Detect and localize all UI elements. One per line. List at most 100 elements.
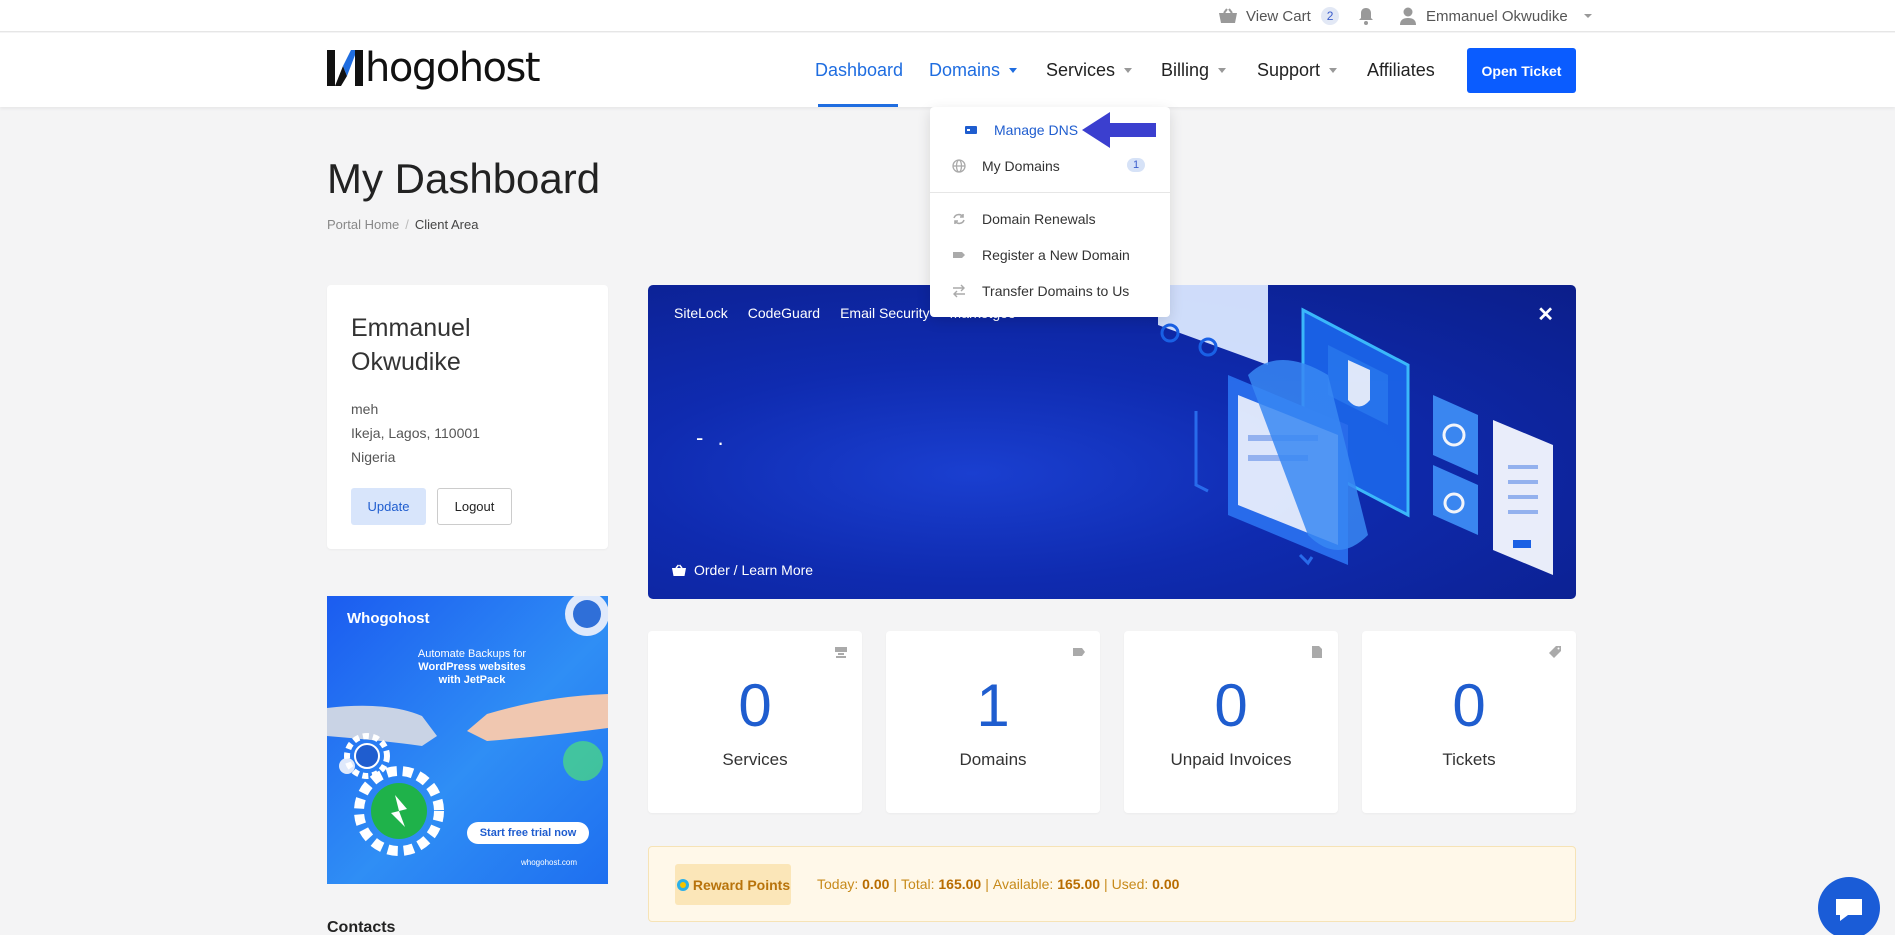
stat-services-value: 0 — [738, 672, 772, 739]
promo-url: whogohost.com — [521, 858, 578, 867]
nav-domains[interactable]: Domains — [929, 33, 1018, 107]
view-cart-link[interactable]: View Cart 2 — [1218, 0, 1340, 32]
notifications-button[interactable] — [1358, 0, 1374, 32]
transfer-icon — [953, 284, 965, 298]
update-button[interactable]: Update — [351, 488, 426, 525]
tab-codeguard[interactable]: CodeGuard — [748, 305, 820, 321]
reward-star-icon — [676, 878, 689, 891]
logo-w-mark — [327, 50, 363, 86]
logo-text: hogohost — [365, 45, 541, 91]
reward-points-badge[interactable]: Reward Points — [675, 864, 791, 905]
view-cart-label: View Cart — [1246, 7, 1311, 25]
breadcrumb-portal-home[interactable]: Portal Home — [327, 217, 399, 232]
server-icon — [835, 647, 847, 658]
top-utility-bar: View Cart 2 Emmanuel Okwudike — [0, 0, 1895, 32]
nav-services[interactable]: Services — [1046, 33, 1133, 107]
my-domains-count-badge: 1 — [1127, 158, 1146, 172]
chevron-down-icon — [1329, 67, 1338, 73]
profile-company: meh — [351, 401, 379, 417]
promo-line1: Automate Backups for — [417, 648, 527, 660]
page-title: My Dashboard — [327, 155, 601, 202]
promo-headline: Automate Backups for WordPress websites … — [397, 648, 547, 687]
tab-sitelock[interactable]: SiteLock — [674, 305, 728, 321]
live-chat-button[interactable] — [1818, 877, 1880, 935]
reward-used-label: Used: — [1111, 876, 1149, 892]
stat-card-services[interactable]: 0 Services — [648, 631, 862, 813]
user-icon — [1400, 7, 1416, 25]
promo-brand-text: hogohost — [361, 610, 430, 627]
globe-icon — [952, 159, 966, 173]
promo-brand: Whogohost — [347, 610, 430, 627]
nav-support-label: Support — [1257, 60, 1321, 80]
nav-dashboard[interactable]: Dashboard — [815, 33, 903, 107]
user-menu[interactable]: Emmanuel Okwudike — [1400, 0, 1592, 32]
tag-icon — [1073, 648, 1085, 656]
start-free-trial-button[interactable]: Start free trial now — [467, 822, 589, 844]
stat-tickets-label: Tickets — [1442, 750, 1496, 769]
menu-item-domain-renewals[interactable]: Domain Renewals — [930, 204, 1170, 234]
chat-icon — [1836, 899, 1862, 921]
reward-today-label: Today: — [817, 876, 859, 892]
nav-affiliates-label: Affiliates — [1367, 60, 1435, 80]
order-learn-more-label: Order / Learn More — [694, 562, 814, 578]
reward-total-label: Total: — [901, 876, 935, 892]
bell-icon — [1359, 8, 1373, 25]
profile-name: Emmanuel Okwudike — [351, 311, 584, 379]
order-learn-more-link[interactable]: Order / Learn More — [672, 562, 813, 578]
separator: | — [985, 876, 989, 892]
menu-item-label: My Domains — [982, 158, 1060, 174]
profile-card: Emmanuel Okwudike meh Ikeja, Lagos, 1100… — [327, 285, 608, 549]
stat-tickets-value: 0 — [1452, 672, 1486, 739]
profile-actions: Update Logout — [351, 488, 512, 525]
menu-item-label: Transfer Domains to Us — [982, 283, 1130, 299]
reward-points-bar: Reward Points Today: 0.00 | Total: 165.00 |… — [648, 846, 1576, 922]
nav-billing[interactable]: Billing — [1161, 33, 1227, 107]
breadcrumb-client-area: Client Area — [414, 217, 479, 232]
menu-item-register-domain[interactable]: Register a New Domain — [930, 240, 1170, 270]
reward-total-value: 165.00 — [938, 876, 982, 892]
profile-city: Ikeja, Lagos, 110001 — [351, 425, 480, 441]
reward-today-value: 0.00 — [862, 876, 890, 892]
menu-item-label: Manage DNS — [994, 122, 1079, 138]
stat-card-domains[interactable]: 1 Domains — [886, 631, 1100, 813]
profile-address: meh Ikeja, Lagos, 110001 Nigeria — [351, 397, 584, 469]
tab-email-security[interactable]: Email Security — [840, 305, 929, 321]
separator: | — [1104, 876, 1108, 892]
profile-last-name: Okwudike — [351, 348, 461, 376]
separator: | — [893, 876, 898, 892]
close-icon[interactable]: ✕ — [1537, 302, 1554, 327]
refresh-icon — [953, 213, 965, 225]
user-name: Emmanuel Okwudike — [1426, 7, 1568, 25]
reward-points-label: Reward Points — [692, 876, 791, 893]
stat-invoices-value: 0 — [1214, 672, 1248, 739]
stat-card-unpaid-invoices[interactable]: 0 Unpaid Invoices — [1124, 631, 1338, 813]
jetpack-promo-banner[interactable]: Whogohost Automate Backups for WordPress… — [327, 596, 608, 884]
basket-icon — [1219, 8, 1237, 23]
stat-domains-label: Domains — [959, 750, 1027, 769]
chevron-down-icon — [1218, 67, 1227, 73]
menu-item-transfer-domains[interactable]: Transfer Domains to Us — [930, 276, 1170, 306]
nav-services-label: Services — [1046, 60, 1116, 80]
security-illustration — [1158, 285, 1553, 575]
menu-item-my-domains[interactable]: My Domains 1 — [930, 151, 1170, 181]
chevron-down-icon — [1009, 67, 1018, 73]
basket-icon — [672, 564, 686, 576]
reward-available-label: Available: — [992, 876, 1054, 892]
stat-invoices-label: Unpaid Invoices — [1170, 750, 1292, 769]
chevron-down-icon — [1583, 14, 1592, 18]
breadcrumb: Portal Home / Client Area — [327, 217, 478, 232]
promo-line3: with JetPack — [438, 674, 506, 686]
nav-dashboard-label: Dashboard — [815, 60, 904, 80]
nav-support[interactable]: Support — [1257, 33, 1338, 107]
whogohost-logo[interactable]: hogohost — [327, 45, 541, 91]
annotation-arrow-icon — [1082, 112, 1156, 148]
logout-button[interactable]: Logout — [437, 488, 512, 525]
menu-item-label: Domain Renewals — [982, 211, 1096, 227]
open-ticket-button[interactable]: Open Ticket — [1467, 48, 1576, 93]
cart-count-badge: 2 — [1320, 7, 1340, 25]
active-nav-indicator — [818, 104, 898, 107]
stat-card-tickets[interactable]: 0 Tickets — [1362, 631, 1576, 813]
reward-available-value: 165.00 — [1057, 876, 1101, 892]
nav-affiliates[interactable]: Affiliates — [1367, 33, 1435, 107]
main-navbar: hogohost Dashboard Domains Services Bill… — [0, 33, 1895, 107]
